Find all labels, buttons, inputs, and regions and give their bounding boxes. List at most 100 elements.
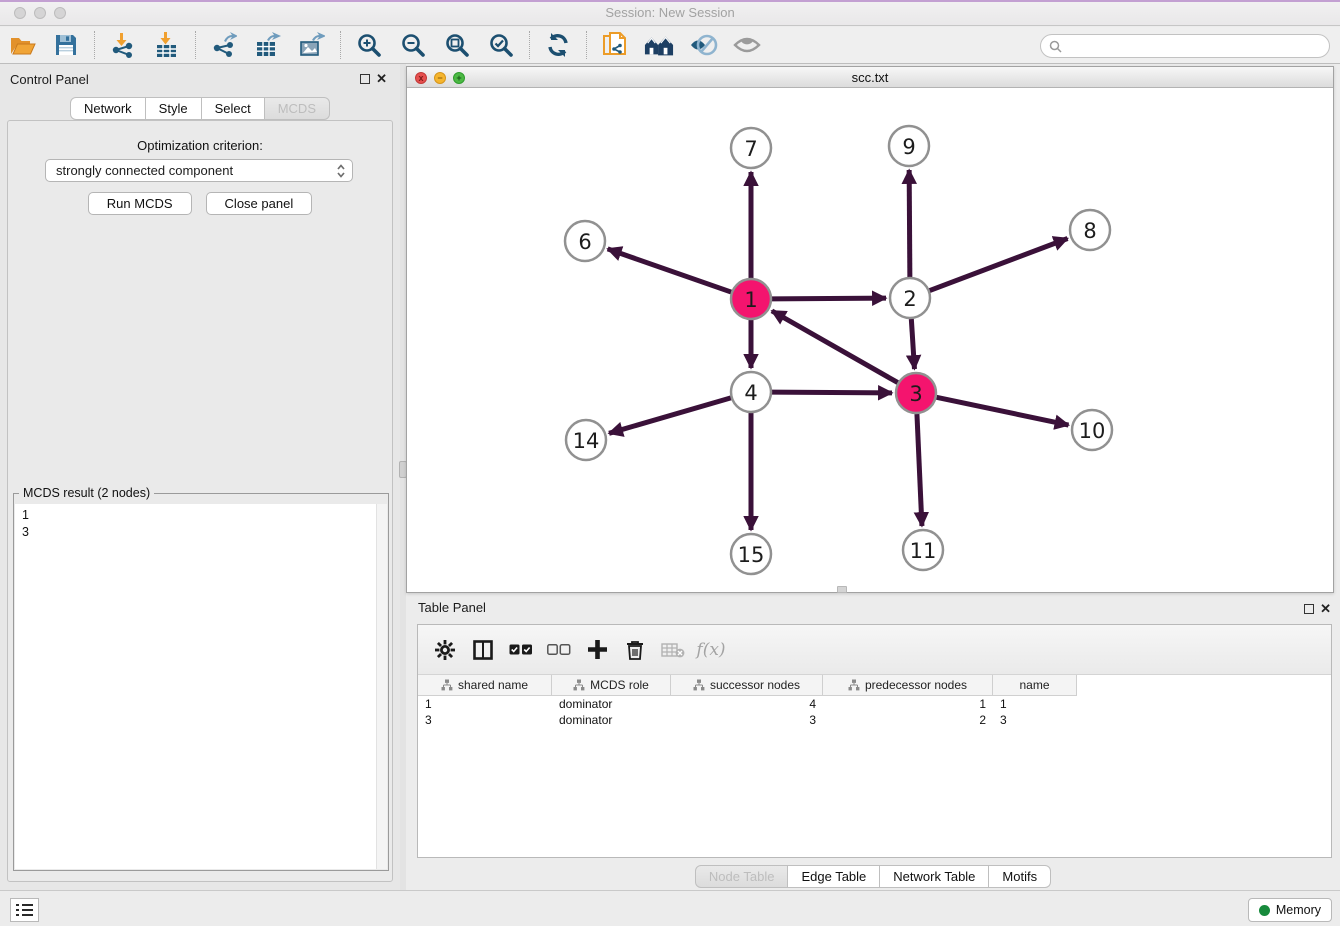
edge-2-9[interactable] xyxy=(909,170,910,277)
status-bar: Memory xyxy=(0,890,1340,926)
apply-function-icon: f(x) xyxy=(697,636,725,664)
toolbar-separator xyxy=(529,31,530,59)
mcds-result-box: MCDS result (2 nodes) 13 xyxy=(13,493,389,871)
table-body: 1dominator4113dominator323 xyxy=(418,696,1331,857)
table-cell: 3 xyxy=(418,712,552,728)
table-header-row: shared name MCDS role successor nodesprede… xyxy=(418,675,1077,696)
control-panel-tabs: NetworkStyleSelectMCDS xyxy=(0,97,400,120)
node-label-8: 8 xyxy=(1083,219,1096,243)
memory-button[interactable]: Memory xyxy=(1248,898,1332,922)
edge-2-3[interactable] xyxy=(911,319,914,369)
table-tabs: Node TableEdge TableNetwork TableMotifs xyxy=(406,865,1340,888)
horizontal-splitter-handle[interactable] xyxy=(837,586,847,593)
import-table-icon[interactable] xyxy=(152,31,182,59)
first-neighbors-icon[interactable] xyxy=(644,31,674,59)
export-network-icon[interactable] xyxy=(209,31,239,59)
node-label-1: 1 xyxy=(744,288,757,312)
column-header-successor-nodes[interactable]: successor nodes xyxy=(671,675,823,695)
table-row[interactable]: 1dominator411 xyxy=(418,696,1331,712)
open-session-icon[interactable] xyxy=(7,31,37,59)
result-scrollbar[interactable] xyxy=(376,504,387,869)
tab-mcds[interactable]: MCDS xyxy=(265,97,330,120)
table-toolbar: f(x) xyxy=(418,625,1331,675)
refresh-view-icon[interactable] xyxy=(543,31,573,59)
show-graphics-icon[interactable] xyxy=(732,31,762,59)
select-all-icon[interactable] xyxy=(507,636,535,664)
table-cell: 1 xyxy=(418,696,552,712)
add-column-icon[interactable] xyxy=(583,636,611,664)
tab-motifs[interactable]: Motifs xyxy=(989,865,1051,888)
toolbar-separator xyxy=(340,31,341,59)
network-canvas[interactable]: 7968124314101511 xyxy=(407,88,1333,592)
run-mcds-button[interactable]: Run MCDS xyxy=(88,192,192,215)
node-label-2: 2 xyxy=(903,287,916,311)
dropdown-stepper-icon xyxy=(336,163,346,179)
clone-network-icon[interactable] xyxy=(600,31,630,59)
zoom-selected-icon[interactable] xyxy=(486,31,516,59)
network-window-titlebar[interactable]: x − + scc.txt xyxy=(407,67,1333,88)
table-row[interactable]: 3dominator323 xyxy=(418,712,1331,728)
tab-edge-table[interactable]: Edge Table xyxy=(788,865,880,888)
column-header-label: MCDS role xyxy=(590,678,649,692)
task-history-button[interactable] xyxy=(10,898,39,922)
control-panel: Control Panel ✕ NetworkStyleSelectMCDS O… xyxy=(0,64,400,890)
optimization-criterion-label: Optimization criterion: xyxy=(8,138,392,153)
export-image-icon[interactable] xyxy=(297,31,327,59)
control-panel-title: Control Panel xyxy=(10,72,89,87)
column-header-predecessor-nodes[interactable]: predecessor nodes xyxy=(823,675,993,695)
criterion-dropdown[interactable]: strongly connected component xyxy=(45,159,353,182)
table-cell: dominator xyxy=(552,712,671,728)
window-titlebar: Session: New Session xyxy=(0,0,1340,26)
table-cell: dominator xyxy=(552,696,671,712)
zoom-out-icon[interactable] xyxy=(398,31,428,59)
import-network-icon[interactable] xyxy=(108,31,138,59)
search-input[interactable] xyxy=(1067,39,1329,53)
criterion-value: strongly connected component xyxy=(56,163,336,178)
float-table-panel-icon[interactable] xyxy=(1304,604,1314,614)
column-header-MCDS-role[interactable]: MCDS role xyxy=(552,675,671,695)
table-cell: 3 xyxy=(993,712,1077,728)
mcds-result-area[interactable]: 13 xyxy=(15,504,387,869)
export-table-icon[interactable] xyxy=(253,31,283,59)
save-session-icon[interactable] xyxy=(51,31,81,59)
hide-graphics-icon[interactable] xyxy=(688,31,718,59)
column-header-label: name xyxy=(1019,678,1049,692)
tab-node-table[interactable]: Node Table xyxy=(695,865,789,888)
search-field[interactable] xyxy=(1040,34,1330,58)
column-type-icon xyxy=(441,679,453,691)
column-header-shared-name[interactable]: shared name xyxy=(418,675,552,695)
edge-4-3[interactable] xyxy=(772,392,892,393)
edge-2-8[interactable] xyxy=(930,238,1068,290)
edge-3-11[interactable] xyxy=(917,414,922,526)
node-label-6: 6 xyxy=(578,230,591,254)
tab-network-table[interactable]: Network Table xyxy=(880,865,989,888)
column-settings-icon[interactable] xyxy=(431,636,459,664)
column-type-icon xyxy=(693,679,705,691)
column-header-name[interactable]: name xyxy=(993,675,1077,695)
tab-style[interactable]: Style xyxy=(146,97,202,120)
column-selector-icon[interactable] xyxy=(469,636,497,664)
table-panel-title: Table Panel xyxy=(418,600,486,615)
edge-1-2[interactable] xyxy=(772,298,886,299)
toolbar-separator xyxy=(195,31,196,59)
edge-3-10[interactable] xyxy=(937,397,1069,425)
network-window-title: scc.txt xyxy=(407,70,1333,85)
edge-4-14[interactable] xyxy=(609,398,731,433)
memory-label: Memory xyxy=(1276,903,1321,917)
node-label-15: 15 xyxy=(738,543,765,567)
close-table-panel-icon[interactable]: ✕ xyxy=(1320,601,1331,617)
float-panel-icon[interactable] xyxy=(360,74,370,84)
tab-select[interactable]: Select xyxy=(202,97,265,120)
close-panel-icon[interactable]: ✕ xyxy=(376,71,387,87)
mcds-result-title: MCDS result (2 nodes) xyxy=(19,486,154,500)
zoom-in-icon[interactable] xyxy=(354,31,384,59)
close-panel-button[interactable]: Close panel xyxy=(206,192,313,215)
column-type-icon xyxy=(573,679,585,691)
edge-3-1[interactable] xyxy=(772,311,898,383)
delete-column-icon[interactable] xyxy=(621,636,649,664)
deselect-all-icon[interactable] xyxy=(545,636,573,664)
edge-1-6[interactable] xyxy=(608,249,732,292)
tab-network[interactable]: Network xyxy=(70,97,146,120)
zoom-fit-icon[interactable] xyxy=(442,31,472,59)
result-line: 3 xyxy=(22,524,29,541)
